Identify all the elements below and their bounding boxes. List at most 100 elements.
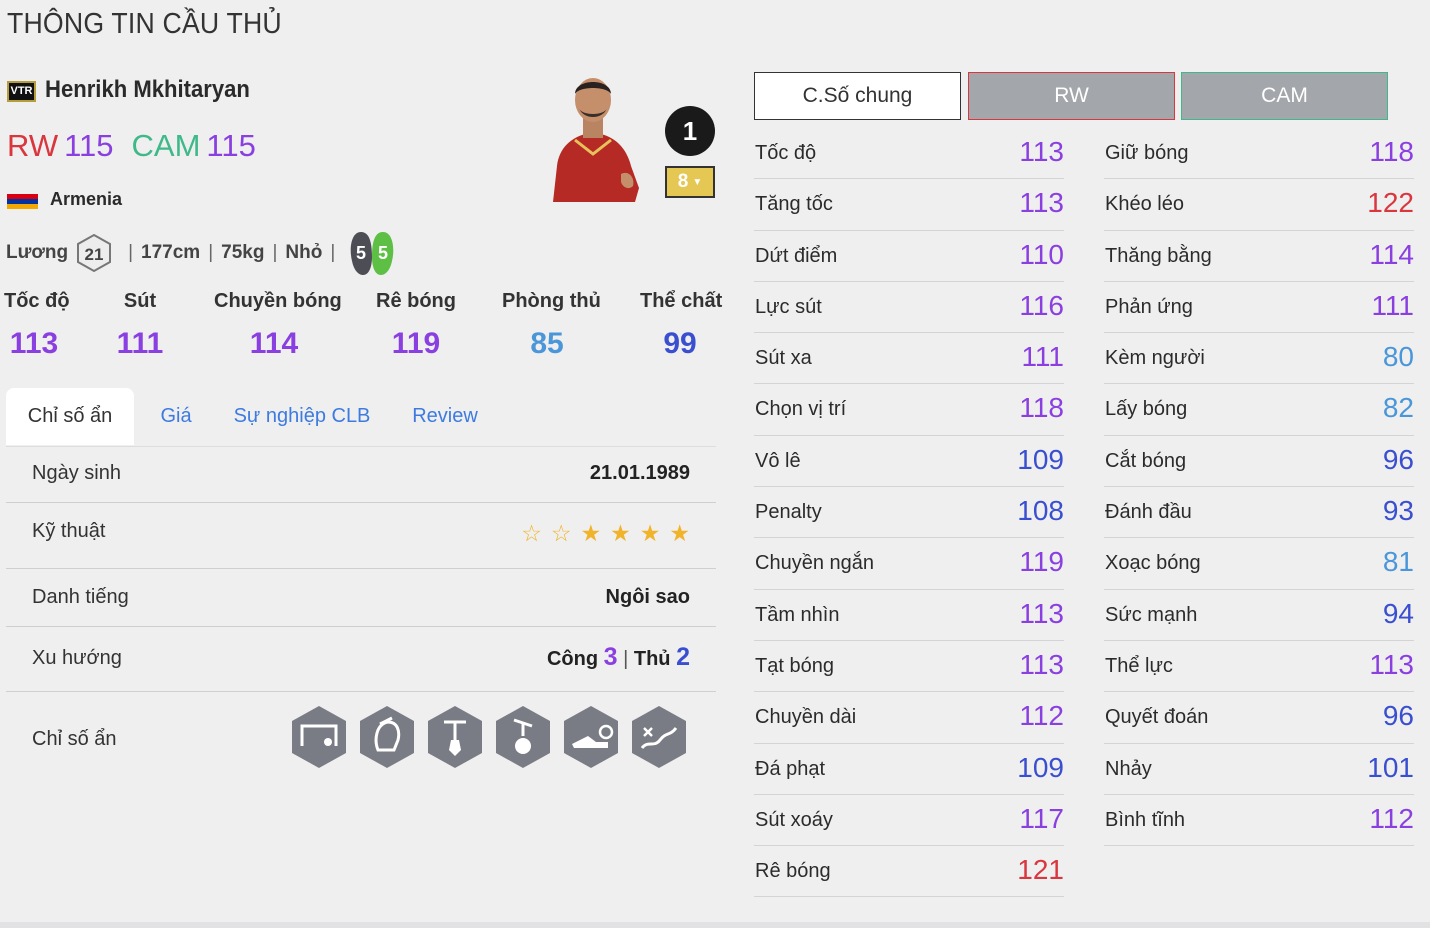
stat-row: Rê bóng 121	[754, 846, 1064, 898]
tie-trait-icon[interactable]	[426, 704, 484, 770]
detail-label: Xu hướng	[32, 647, 122, 669]
stat-row: Kèm người 80	[1104, 333, 1414, 385]
stat-label: Tạt bóng	[755, 654, 834, 677]
detail-label: Ngày sinh	[32, 462, 121, 484]
summary-label: Sút	[123, 290, 157, 312]
stat-label: Lấy bóng	[1105, 398, 1188, 421]
stat-row: Sút xa 111	[754, 333, 1064, 385]
stat-value: 121	[1017, 854, 1064, 886]
stat-row: Sút xoáy 117	[754, 795, 1064, 847]
stat-label: Chuyền dài	[755, 706, 857, 729]
position-cam-ovr: 115	[206, 128, 256, 163]
position-rw-ovr: 115	[64, 128, 114, 163]
caret-down-icon: ▼	[692, 176, 703, 188]
summary-value: 99	[663, 327, 697, 360]
stat-value: 113	[1019, 597, 1064, 629]
summary-value: 113	[9, 327, 59, 360]
summary-speed: Tốc độ 113	[4, 290, 70, 361]
route-arrows-trait-icon[interactable]	[630, 704, 688, 770]
summary-value: 114	[249, 327, 299, 360]
stat-label: Dứt điểm	[755, 244, 838, 267]
detail-row-birthdate: Ngày sinh 21.01.1989	[6, 446, 716, 503]
stat-value: 110	[1019, 238, 1064, 270]
attack-value: 3	[603, 643, 618, 671]
separator: |	[623, 648, 629, 670]
stat-row: Penalty 108	[754, 487, 1064, 539]
attack-label: Công	[546, 648, 599, 670]
tab-hidden-stats[interactable]: Chỉ số ẩn	[6, 388, 134, 445]
upgrade-level-select[interactable]: 8 ▼	[665, 166, 715, 198]
tab-price[interactable]: Giá	[146, 388, 206, 445]
star-filled-icon: ★	[610, 520, 631, 546]
gladiator-helmet-trait-icon[interactable]	[358, 704, 416, 770]
star-filled-icon: ★	[580, 520, 602, 546]
stat-value: 113	[1019, 136, 1064, 167]
stat-value: 119	[1019, 546, 1064, 578]
detail-row-reputation: Danh tiếng Ngôi sao	[6, 569, 716, 627]
defense-value: 2	[676, 643, 690, 671]
puppet-ball-trait-icon[interactable]	[494, 704, 552, 770]
stat-label: Bình tĩnh	[1105, 808, 1186, 831]
rank-badge: 1	[665, 106, 715, 156]
defense-label: Thủ	[633, 648, 671, 670]
summary-label: Tốc độ	[4, 290, 70, 312]
goal-trait-icon[interactable]	[290, 704, 348, 770]
stat-value: 96	[1382, 443, 1414, 475]
detail-value: 21.01.1989	[589, 462, 690, 484]
stats-right-column: Giữ bóng 118 Khéo léo 122 Thăng bằng 114 Phản …	[1104, 128, 1414, 847]
stat-value: 116	[1019, 289, 1064, 321]
stat-row: Dứt điểm 110	[754, 231, 1064, 282]
foot-badge-icon: 5 5	[350, 232, 394, 275]
position-cam-label: CAM	[131, 128, 201, 163]
summary-label: Phòng thủ	[502, 290, 601, 312]
stat-row: Thể lực 113	[1104, 641, 1414, 693]
stat-label: Cắt bóng	[1105, 449, 1187, 472]
stat-label: Đá phạt	[755, 757, 826, 780]
star-outline-icon: ☆	[521, 520, 542, 546]
stats-left-column: Tốc độ 113 Tăng tốc 113 Dứt điểm 110 Lực sút 11…	[754, 128, 1064, 898]
stat-row: Vô lê 109	[754, 436, 1064, 488]
detail-value: Ngôi sao	[605, 586, 690, 608]
stat-label: Nhảy	[1105, 757, 1152, 780]
stat-value: 113	[1369, 648, 1414, 680]
general-stats-button[interactable]: C.Số chung	[754, 72, 961, 120]
stat-row: Đá phạt 109	[754, 744, 1064, 795]
salary-value: 21	[85, 245, 104, 264]
armenia-flag-icon	[7, 194, 38, 209]
stat-label: Xoạc bóng	[1105, 552, 1201, 575]
salary-hex-icon: 21	[77, 233, 112, 273]
stat-label: Tăng tốc	[755, 193, 833, 216]
separator: |	[208, 242, 214, 263]
stat-value: 118	[1369, 136, 1414, 167]
stat-label: Chọn vị trí	[755, 398, 847, 421]
season-badge: VTR	[7, 81, 36, 102]
summary-value: 119	[391, 327, 441, 360]
boot-trait-icon[interactable]	[562, 704, 620, 770]
cam-stats-button[interactable]: CAM	[1181, 72, 1388, 120]
tab-review[interactable]: Review	[400, 388, 490, 445]
left-foot-value: 5	[356, 243, 366, 263]
stat-label: Quyết đoán	[1105, 706, 1209, 729]
stat-label: Giữ bóng	[1105, 142, 1189, 164]
separator: |	[330, 242, 336, 263]
summary-label: Rê bóng	[376, 290, 456, 312]
stat-label: Khéo léo	[1105, 193, 1184, 216]
stat-row: Khéo léo 122	[1104, 179, 1414, 231]
summary-passing: Chuyền bóng 114	[214, 290, 342, 361]
stat-value: 112	[1019, 700, 1064, 732]
stat-row: Phản ứng 111	[1104, 282, 1414, 334]
stat-label: Chuyền ngắn	[755, 552, 874, 575]
stat-value: 113	[1019, 648, 1064, 680]
stat-label: Vô lê	[755, 449, 801, 472]
traits-list	[290, 704, 688, 770]
stat-label: Sút xa	[755, 347, 812, 370]
summary-value: 111	[116, 327, 164, 360]
work-rate-value: Công 3 | Thủ 2	[547, 643, 690, 672]
info-tabs: Chỉ số ẩn Giá Sự nghiệp CLB Review	[6, 388, 716, 447]
rw-stats-button[interactable]: RW	[968, 72, 1175, 120]
upgrade-level-value: 8	[677, 171, 689, 192]
detail-label: Danh tiếng	[32, 586, 129, 608]
player-photo	[553, 78, 639, 202]
stat-value: 118	[1019, 392, 1064, 424]
tab-club-career[interactable]: Sự nghiệp CLB	[232, 388, 372, 445]
